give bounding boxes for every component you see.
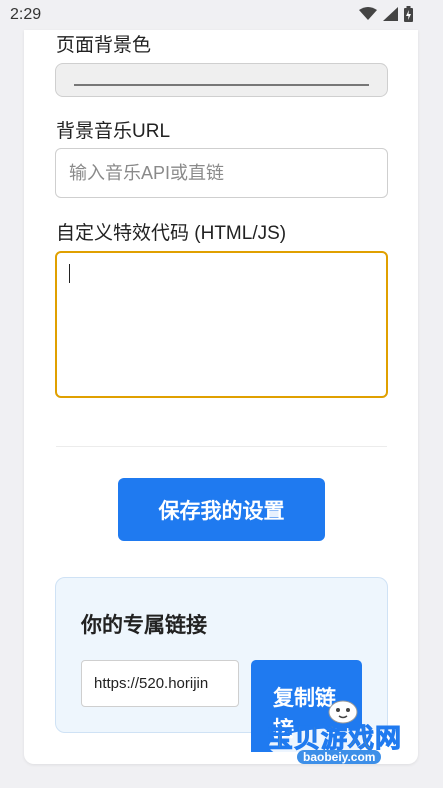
bg-color-label: 页面背景色 bbox=[56, 35, 152, 56]
bg-color-picker[interactable] bbox=[55, 63, 388, 97]
signal-icon bbox=[383, 7, 398, 21]
text-caret bbox=[69, 264, 70, 283]
music-url-input[interactable] bbox=[55, 148, 388, 198]
save-settings-button[interactable]: 保存我的设置 bbox=[118, 478, 325, 541]
status-time: 2:29 bbox=[10, 6, 42, 23]
watermark-url: baobeiy.com bbox=[297, 750, 382, 764]
color-swatch-line bbox=[74, 84, 369, 86]
battery-icon bbox=[404, 6, 413, 22]
effects-code-textarea[interactable] bbox=[55, 251, 388, 398]
share-link-title: 你的专属链接 bbox=[81, 614, 207, 637]
status-icons bbox=[359, 6, 413, 22]
music-url-label: 背景音乐URL bbox=[56, 121, 171, 142]
divider bbox=[56, 446, 387, 447]
effects-code-label: 自定义特效代码 (HTML/JS) bbox=[56, 223, 287, 244]
status-bar: 2:29 bbox=[0, 0, 443, 30]
wifi-icon bbox=[359, 7, 377, 20]
watermark-logo: 宝贝游戏网 baobeiy.com bbox=[263, 688, 423, 778]
share-link-input[interactable] bbox=[81, 660, 239, 707]
